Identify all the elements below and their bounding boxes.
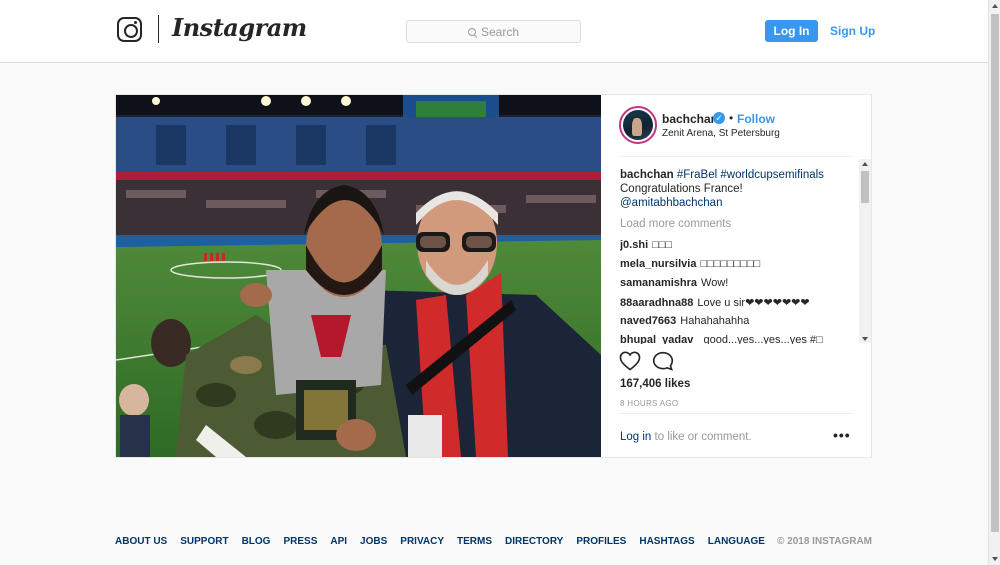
load-more-comments[interactable]: Load more comments	[620, 218, 731, 230]
copyright: © 2018 INSTAGRAM	[777, 536, 872, 547]
comment-row: samanamishra Wow!	[620, 277, 858, 289]
avatar[interactable]	[619, 106, 657, 144]
caption-username[interactable]: bachchan	[620, 169, 674, 181]
comments-scrollbar[interactable]	[859, 159, 871, 343]
logo-divider	[158, 15, 159, 43]
comment-text: □□□□□□□□□	[700, 258, 761, 270]
search-placeholder: Search	[480, 24, 520, 39]
footer-link-language[interactable]: LANGUAGE	[708, 536, 765, 547]
mention-link[interactable]: @amitabhbachchan	[620, 197, 722, 209]
footer-links: ABOUT US SUPPORT BLOG PRESS API JOBS PRI…	[115, 536, 872, 547]
comment-text: Hahahahahha	[680, 315, 750, 327]
hashtag-link[interactable]: #worldcupsemifinals	[720, 169, 824, 181]
scroll-down-arrow-icon[interactable]	[862, 337, 868, 341]
comment-text: Wow!	[701, 277, 729, 289]
comment-text: □□□	[652, 239, 673, 251]
login-link[interactable]: Log in	[620, 431, 651, 443]
login-button[interactable]: Log In	[765, 20, 818, 42]
page-scrollbar[interactable]	[988, 0, 1000, 565]
follow-button[interactable]: Follow	[737, 112, 775, 126]
scroll-up-arrow-icon[interactable]	[862, 162, 868, 166]
instagram-wordmark[interactable]: Instagram	[172, 13, 307, 42]
comment-row: mela_nursilvia □□□□□□□□□	[620, 258, 858, 270]
post-caption: bachchan #FraBel #worldcupsemifinals Con…	[620, 168, 855, 210]
scrollbar-thumb[interactable]	[991, 14, 999, 532]
search-icon	[467, 27, 476, 36]
footer: ABOUT US SUPPORT BLOG PRESS API JOBS PRI…	[115, 536, 872, 550]
divider	[619, 156, 853, 157]
login-prompt: Log in to like or comment.	[620, 431, 752, 443]
divider	[619, 413, 853, 414]
comment-text: good...yes...yes...yes #□	[703, 334, 823, 344]
scroll-up-arrow-icon[interactable]	[992, 4, 998, 8]
footer-link-hashtags[interactable]: HASHTAGS	[639, 536, 694, 547]
comment-username[interactable]: naved7663	[620, 315, 676, 327]
footer-link-blog[interactable]: BLOG	[242, 536, 271, 547]
comment-username[interactable]: mela_nursilvia	[620, 258, 696, 270]
likes-count[interactable]: 167,406 likes	[620, 378, 690, 390]
comments-scrollbar-thumb[interactable]	[861, 171, 869, 203]
caption-text: Congratulations France!	[620, 183, 743, 195]
comment-row: j0.shi □□□	[620, 239, 858, 251]
comment-username[interactable]: j0.shi	[620, 239, 648, 251]
footer-link-privacy[interactable]: PRIVACY	[400, 536, 444, 547]
post-card: bachchan ✓ • Follow Zenit Arena, St Pete…	[115, 94, 872, 458]
heart-icon[interactable]	[619, 351, 641, 371]
header-separator: •	[729, 111, 734, 125]
footer-link-about[interactable]: ABOUT US	[115, 536, 167, 547]
search-input[interactable]: Search	[406, 20, 581, 43]
footer-link-directory[interactable]: DIRECTORY	[505, 536, 563, 547]
post-sidebar: bachchan ✓ • Follow Zenit Arena, St Pete…	[601, 95, 871, 457]
footer-link-api[interactable]: API	[330, 536, 347, 547]
comment-username[interactable]: 88aaradhna88	[620, 297, 693, 309]
comment-row: 88aaradhna88 Love u sir❤❤❤❤❤❤❤	[620, 296, 858, 309]
footer-link-support[interactable]: SUPPORT	[180, 536, 228, 547]
footer-link-terms[interactable]: TERMS	[457, 536, 492, 547]
footer-link-press[interactable]: PRESS	[283, 536, 317, 547]
post-location[interactable]: Zenit Arena, St Petersburg	[662, 128, 780, 139]
instagram-camera-icon[interactable]	[117, 17, 142, 42]
top-nav: Instagram Search Log In Sign Up	[0, 0, 988, 63]
footer-link-profiles[interactable]: PROFILES	[576, 536, 626, 547]
signup-link[interactable]: Sign Up	[830, 24, 875, 38]
comment-row: naved7663 Hahahahahha	[620, 315, 858, 327]
post-header: bachchan ✓ • Follow Zenit Arena, St Pete…	[601, 95, 871, 155]
post-timestamp[interactable]: 8 HOURS AGO	[620, 399, 678, 408]
comment-icon[interactable]	[652, 351, 674, 371]
login-prompt-text: to like or comment.	[651, 431, 752, 443]
hashtag-link[interactable]: #FraBel	[677, 169, 717, 181]
verified-badge-icon: ✓	[713, 112, 725, 124]
comment-username[interactable]: samanamishra	[620, 277, 697, 289]
footer-link-jobs[interactable]: JOBS	[360, 536, 387, 547]
avatar-image	[623, 110, 653, 140]
more-options-icon[interactable]: •••	[833, 427, 851, 443]
comment-text: Love u sir❤❤❤❤❤❤❤	[697, 297, 810, 309]
comment-row: bhupal_yadav_ good...yes...yes...yes #□	[620, 334, 858, 344]
post-photo[interactable]	[116, 95, 601, 457]
comments-panel[interactable]: bachchan #FraBel #worldcupsemifinals Con…	[601, 159, 871, 344]
post-username[interactable]: bachchan	[662, 112, 718, 126]
scroll-down-arrow-icon[interactable]	[992, 557, 998, 561]
comment-username[interactable]: bhupal_yadav_	[620, 334, 699, 344]
